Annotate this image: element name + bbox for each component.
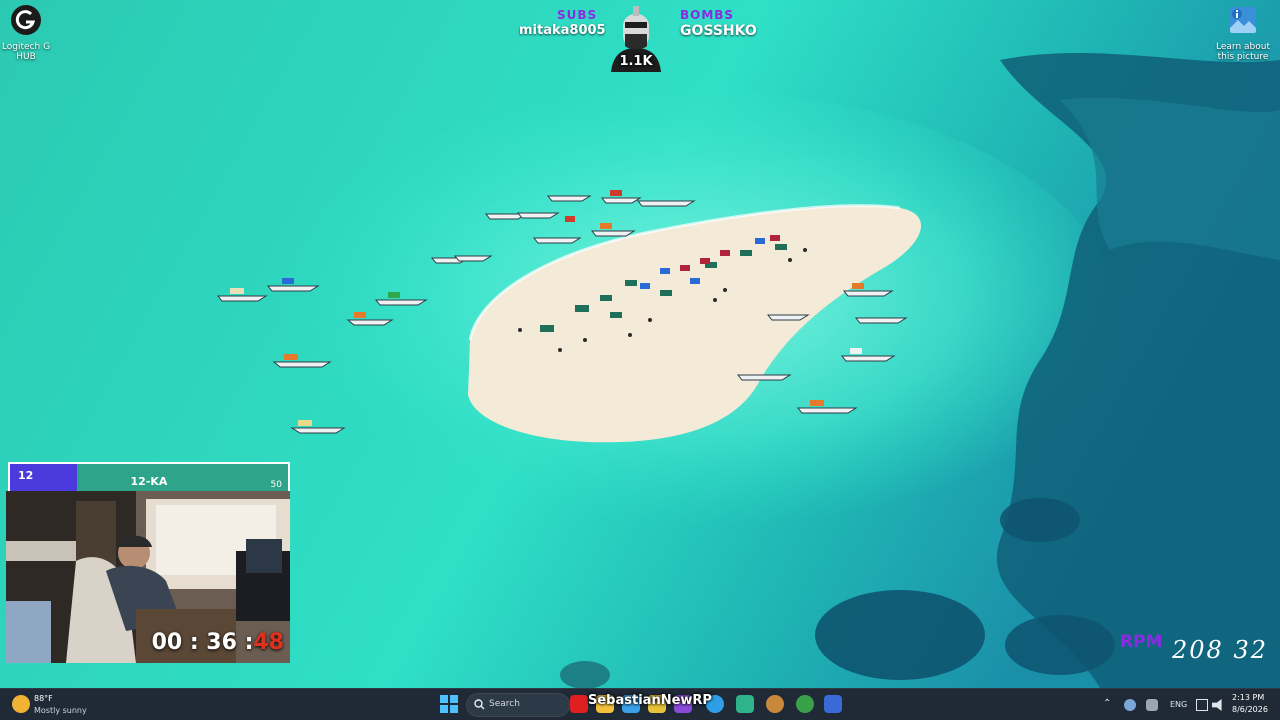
mascot-count: 1.1K [619, 54, 653, 69]
rpm-widget: RPM 208 32 [1118, 630, 1274, 666]
sun-icon [12, 695, 30, 713]
rpm-label: RPM [1120, 632, 1163, 652]
logitech-g-icon [0, 4, 56, 39]
timer-seconds: 48 [253, 630, 284, 655]
stream-timer: 00 : 36 :48 [152, 630, 284, 655]
taskbar: 88°F Mostly sunny Search SebastianNewRP … [0, 688, 1280, 720]
desktop-icon-logitech-g-hub[interactable]: Logitech G HUB [0, 4, 56, 62]
clock-date[interactable]: 8/6/2026 [1232, 705, 1268, 714]
goal-target: 50 [270, 480, 282, 490]
desktop-icon-label: Logitech G HUB [1, 42, 51, 62]
subs-label: SUBS [557, 8, 598, 22]
bombs-label: BOMBS [680, 8, 735, 22]
weather-widget[interactable]: 88°F Mostly sunny [12, 693, 102, 717]
chrome-profile-icon[interactable] [796, 695, 814, 713]
desktop-icon-label: Learn about this picture [1216, 42, 1270, 62]
dev-app-icon[interactable] [824, 695, 842, 713]
taskbar-search[interactable]: Search [466, 693, 570, 717]
start-button[interactable] [440, 695, 458, 713]
search-placeholder: Search [489, 699, 520, 709]
game-launcher-icon[interactable] [766, 695, 784, 713]
clock-time[interactable]: 2:13 PM [1232, 693, 1264, 702]
network-icon[interactable] [1196, 699, 1208, 711]
tray-expand-chevron-icon[interactable]: ⌃ [1103, 698, 1111, 709]
webcam-feed: 00 : 36 :48 [6, 491, 290, 663]
goal-title: 12-KA [130, 475, 168, 488]
rpm-value: 208 32 [1172, 636, 1268, 664]
stream-alerts-overlay: SUBS mitaka8005 1.1K BOMBS GOSSHKO [500, 4, 780, 74]
microphone-icon[interactable] [1146, 699, 1158, 711]
onedrive-icon[interactable] [1124, 699, 1136, 711]
volume-icon[interactable] [1212, 699, 1222, 711]
timer-main: 00 : 36 : [151, 630, 254, 655]
streamer-name-overlay: SebastianNewRP [588, 693, 712, 708]
latest-sub-name: mitaka8005 [519, 23, 606, 38]
latest-bomb-name: GOSSHKO [680, 23, 757, 39]
subscriber-goal-bar: 12 12-KA 50 [8, 462, 290, 494]
audio-app-icon[interactable] [736, 695, 754, 713]
youtube-app-icon[interactable] [570, 695, 588, 713]
desktop-icon-learn-about-picture[interactable]: Learn about this picture [1212, 4, 1274, 62]
weather-temperature: 88°F [34, 694, 53, 703]
language-indicator[interactable]: ENG [1170, 700, 1187, 709]
search-icon [474, 699, 485, 710]
windows-logo-icon [440, 695, 458, 713]
weather-condition: Mostly sunny [34, 706, 87, 715]
learn-about-picture-icon [1212, 4, 1274, 39]
